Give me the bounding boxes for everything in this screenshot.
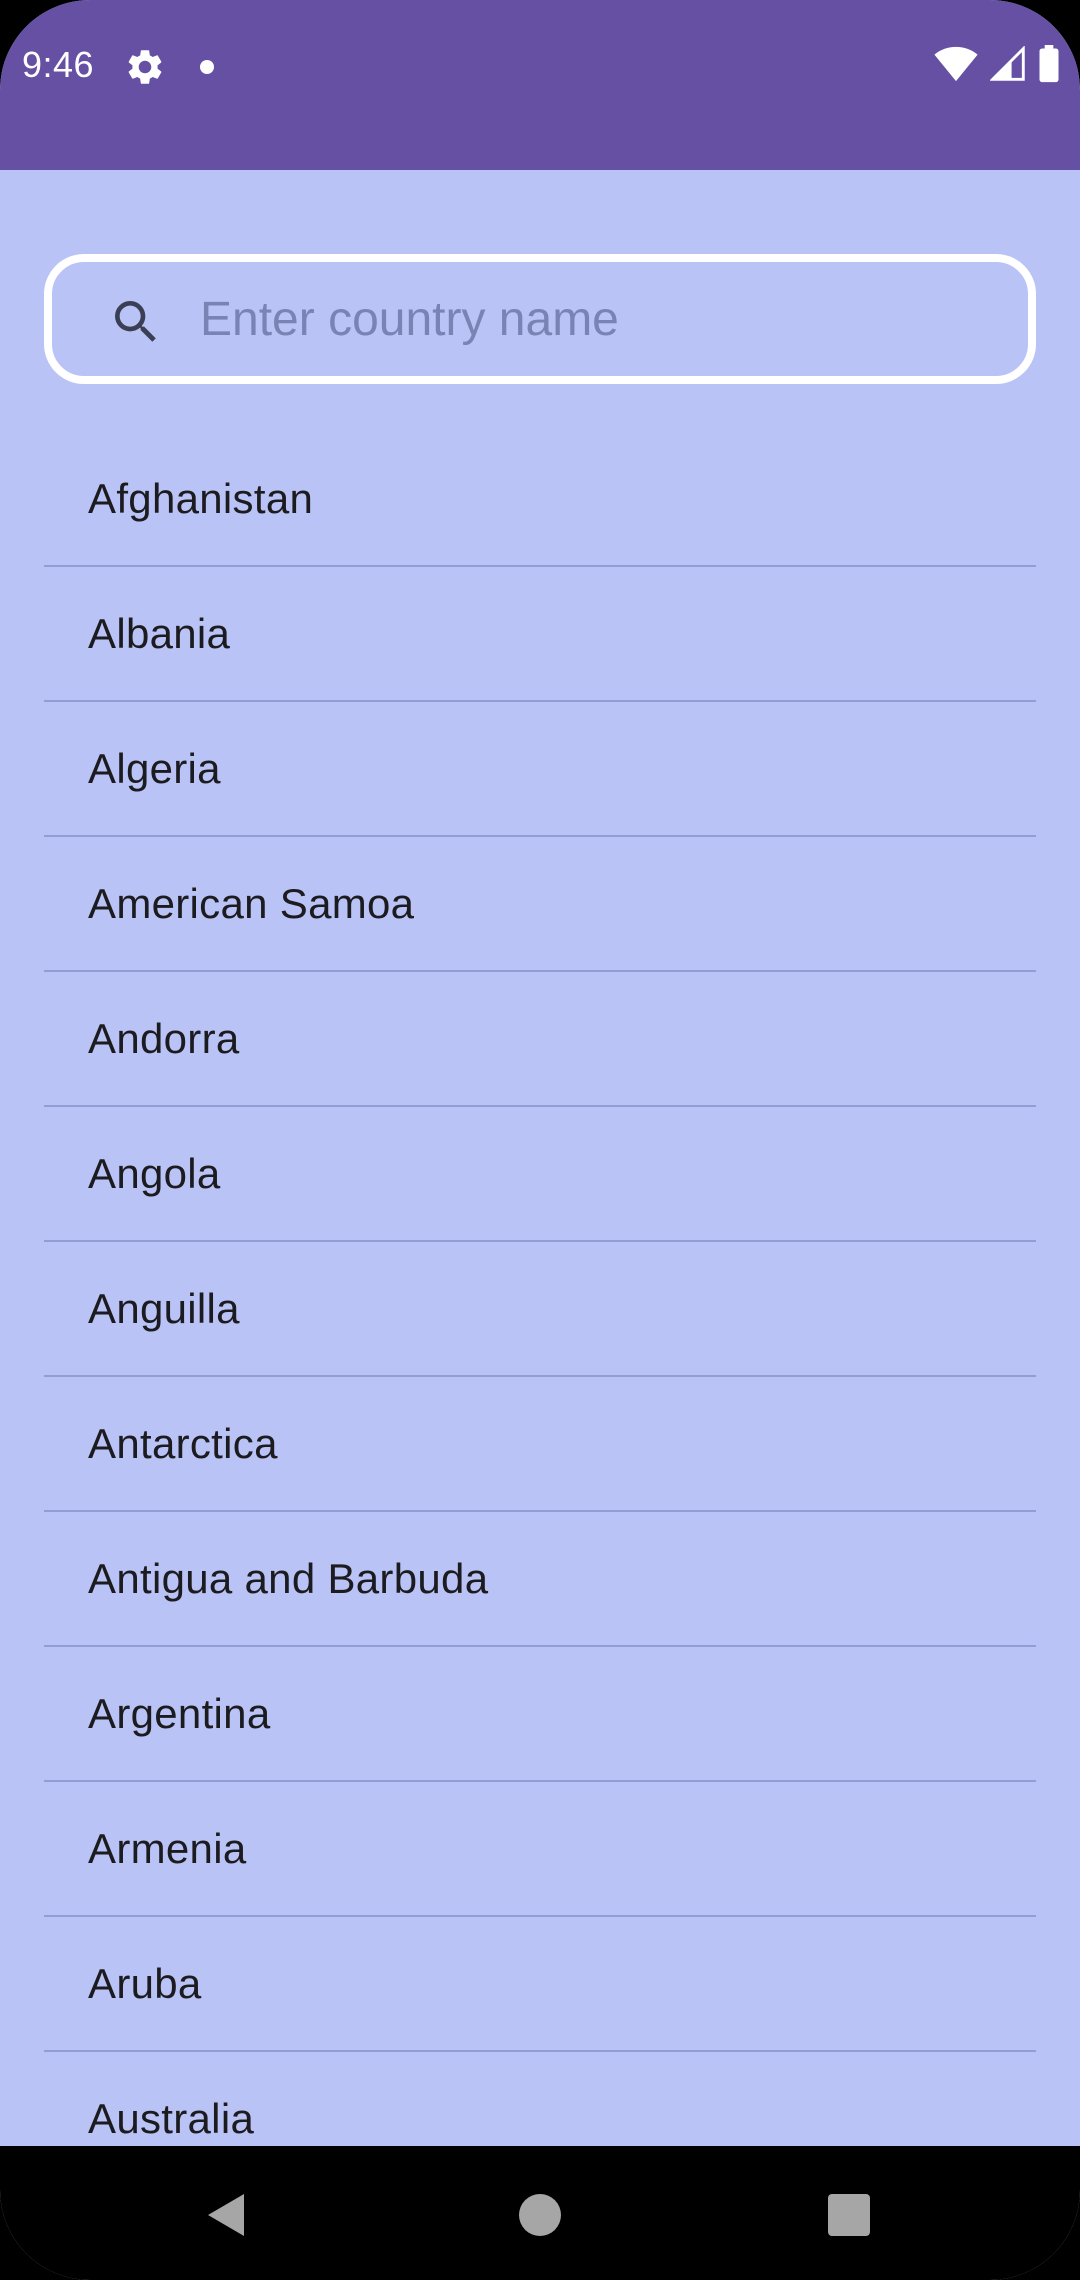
notification-dot-icon	[200, 60, 214, 74]
phone-screen: 9:46 Enter country name Afghanistan Alba…	[0, 0, 1080, 2280]
country-name: Argentina	[88, 1689, 271, 1737]
list-item[interactable]: Antigua and Barbuda	[44, 1512, 1036, 1647]
battery-icon	[1038, 44, 1060, 88]
list-item[interactable]: Argentina	[44, 1647, 1036, 1782]
home-icon[interactable]	[519, 2194, 561, 2236]
list-item[interactable]: Australia	[44, 2052, 1036, 2146]
list-item[interactable]: Andorra	[44, 972, 1036, 1107]
navigation-bar	[0, 2146, 1080, 2280]
main-content: Afghanistan Albania Algeria American Sam…	[0, 170, 1080, 2146]
list-item[interactable]: Aruba	[44, 1917, 1036, 2052]
signal-icon	[989, 44, 1026, 87]
search-bar[interactable]	[44, 254, 1036, 384]
status-icons	[934, 44, 1060, 88]
country-name: Anguilla	[88, 1284, 240, 1332]
country-name: Armenia	[88, 1824, 247, 1872]
list-item[interactable]: Afghanistan	[44, 432, 1036, 567]
country-name: Aruba	[88, 1959, 202, 2007]
country-name: Algeria	[88, 744, 221, 792]
list-item[interactable]: American Samoa	[44, 837, 1036, 972]
country-name: Andorra	[88, 1014, 240, 1062]
list-item[interactable]: Armenia	[44, 1782, 1036, 1917]
country-list: Afghanistan Albania Algeria American Sam…	[44, 432, 1036, 2146]
search-icon	[108, 294, 164, 350]
list-item[interactable]: Anguilla	[44, 1242, 1036, 1377]
country-name: American Samoa	[88, 879, 415, 927]
country-name: Angola	[88, 1149, 221, 1197]
country-name: Antarctica	[88, 1419, 278, 1467]
country-name: Afghanistan	[88, 474, 314, 522]
country-name: Albania	[88, 609, 231, 657]
status-time: 9:46	[22, 44, 95, 85]
list-item[interactable]: Antarctica	[44, 1377, 1036, 1512]
country-name: Australia	[88, 2094, 255, 2142]
gear-icon	[124, 46, 166, 88]
recents-icon[interactable]	[828, 2194, 870, 2236]
list-item[interactable]: Algeria	[44, 702, 1036, 837]
status-bar: 9:46	[0, 0, 1080, 170]
wifi-icon	[934, 46, 978, 87]
country-name: Antigua and Barbuda	[88, 1554, 489, 1602]
back-icon[interactable]	[204, 2192, 248, 2238]
list-item[interactable]: Albania	[44, 567, 1036, 702]
list-item[interactable]: Angola	[44, 1107, 1036, 1242]
search-input[interactable]	[200, 280, 1000, 358]
